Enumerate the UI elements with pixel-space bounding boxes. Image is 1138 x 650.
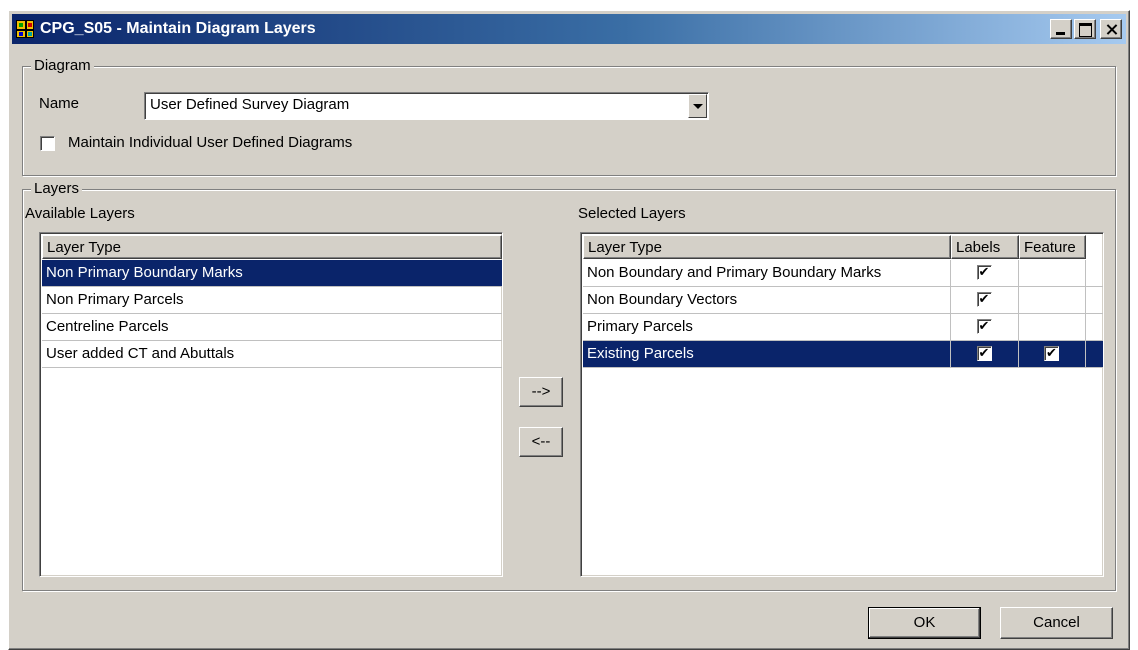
- selected-layer-labels-cell: ✔: [951, 287, 1019, 314]
- minimize-button[interactable]: [1050, 19, 1072, 39]
- maximize-button[interactable]: [1074, 19, 1096, 39]
- available-layer-row[interactable]: Non Primary Boundary Marks: [42, 260, 502, 287]
- selected-layer-labels-cell: ✔: [951, 341, 1019, 368]
- available-layer-name: Non Primary Parcels: [46, 291, 184, 308]
- feature-checkbox[interactable]: ✔: [1044, 346, 1059, 361]
- selected-layers-title: Selected Layers: [578, 205, 686, 222]
- available-header-layer-type[interactable]: Layer Type: [42, 235, 502, 259]
- selected-layer-feature-cell: [1019, 314, 1086, 341]
- diagram-name-combo[interactable]: User Defined Survey Diagram: [144, 92, 709, 120]
- available-layer-name: Centreline Parcels: [46, 318, 169, 335]
- selected-layer-feature-cell: [1019, 287, 1086, 314]
- individual-diagrams-label[interactable]: Maintain Individual User Defined Diagram…: [68, 134, 352, 151]
- name-label: Name: [39, 95, 80, 112]
- selected-layer-row[interactable]: Primary Parcels ✔: [583, 314, 1103, 341]
- title-bar[interactable]: CPG_S05 - Maintain Diagram Layers: [12, 14, 1126, 44]
- selected-layer-row[interactable]: Existing Parcels ✔ ✔: [583, 341, 1103, 368]
- selected-layers-list[interactable]: Layer Type Labels Feature Non Boundary a…: [580, 232, 1104, 577]
- selected-layer-name: Primary Parcels: [583, 314, 951, 341]
- selected-layer-row[interactable]: Non Boundary and Primary Boundary Marks ✔: [583, 260, 1103, 287]
- available-layer-row[interactable]: User added CT and Abuttals: [42, 341, 502, 368]
- labels-checkbox[interactable]: ✔: [976, 319, 992, 334]
- diagram-name-value: User Defined Survey Diagram: [150, 96, 350, 113]
- layers-group: Layers Available Layers Layer Type Non P…: [22, 180, 1116, 591]
- selected-layer-name: Existing Parcels: [583, 341, 951, 368]
- diagram-legend: Diagram: [31, 57, 94, 74]
- available-layer-row[interactable]: Centreline Parcels: [42, 314, 502, 341]
- available-layers-list[interactable]: Layer Type Non Primary Boundary Marks Non…: [39, 232, 503, 577]
- selected-layer-row[interactable]: Non Boundary Vectors ✔: [583, 287, 1103, 314]
- selected-header-layer-type[interactable]: Layer Type: [583, 235, 951, 259]
- ok-button[interactable]: OK: [868, 607, 981, 639]
- dialog-window: CPG_S05 - Maintain Diagram Layers Diagra…: [8, 10, 1130, 650]
- close-button[interactable]: [1100, 19, 1122, 39]
- labels-checkbox[interactable]: ✔: [976, 292, 992, 307]
- app-icon[interactable]: [16, 20, 34, 38]
- window-controls: [1048, 19, 1122, 39]
- layers-legend: Layers: [31, 180, 83, 197]
- selected-header-labels[interactable]: Labels: [951, 235, 1019, 259]
- selected-layer-labels-cell: ✔: [951, 260, 1019, 287]
- available-layer-row[interactable]: Non Primary Parcels: [42, 287, 502, 314]
- selected-layer-feature-cell: ✔: [1019, 341, 1086, 368]
- labels-checkbox[interactable]: ✔: [976, 265, 992, 280]
- selected-header-feature[interactable]: Feature: [1019, 235, 1086, 259]
- available-layers-title: Available Layers: [25, 205, 135, 222]
- available-layer-name: Non Primary Boundary Marks: [46, 264, 243, 281]
- selected-layer-labels-cell: ✔: [951, 314, 1019, 341]
- selected-layer-name: Non Boundary Vectors: [583, 287, 951, 314]
- remove-layer-button[interactable]: <--: [519, 427, 563, 457]
- individual-diagrams-checkbox[interactable]: [40, 136, 55, 151]
- add-layer-button[interactable]: -->: [519, 377, 563, 407]
- available-layer-name: User added CT and Abuttals: [46, 345, 235, 362]
- selected-layer-feature-cell: [1019, 260, 1086, 287]
- window-title: CPG_S05 - Maintain Diagram Layers: [40, 20, 316, 37]
- chevron-down-icon[interactable]: [688, 94, 707, 118]
- cancel-button[interactable]: Cancel: [1000, 607, 1113, 639]
- labels-checkbox[interactable]: ✔: [976, 346, 992, 361]
- selected-layer-name: Non Boundary and Primary Boundary Marks: [583, 260, 951, 287]
- diagram-group: Diagram Name User Defined Survey Diagram…: [22, 57, 1116, 176]
